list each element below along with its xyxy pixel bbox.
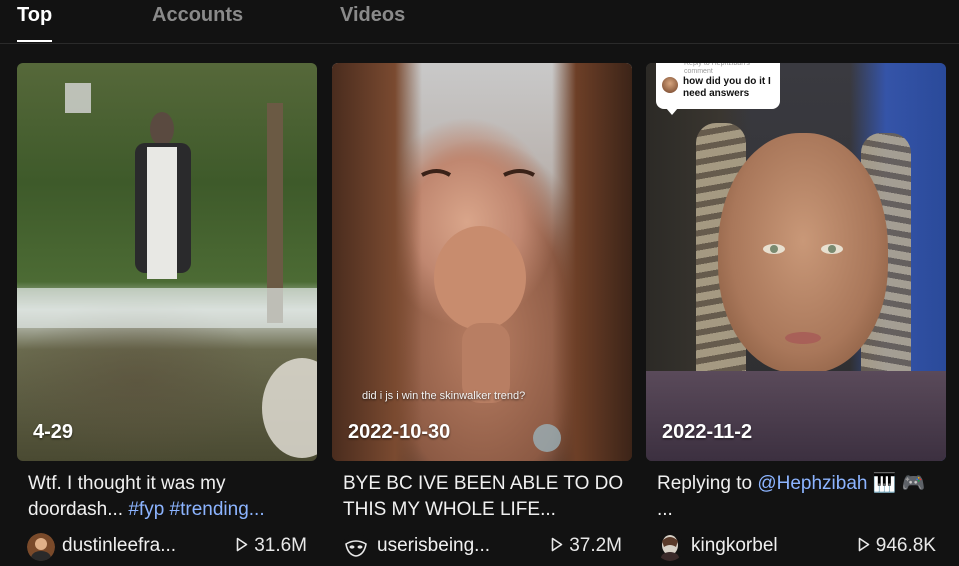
video-caption[interactable]: Replying to @Hephzibah 🎹 🎮 ... (646, 471, 946, 523)
video-thumbnail[interactable]: 4-29 (17, 63, 317, 461)
tab-videos[interactable]: Videos (340, 4, 405, 27)
caption-mention[interactable]: @Hephzibah (757, 473, 867, 494)
view-count: 31.6M (236, 535, 307, 557)
video-meta: dustinleefra... 31.6M (17, 532, 317, 562)
username[interactable]: dustinleefra... (62, 535, 176, 557)
video-thumbnail[interactable]: Reply to Hephzibah's comment how did you… (646, 63, 946, 461)
active-tab-indicator (17, 40, 52, 42)
view-count-value: 37.2M (569, 535, 622, 556)
video-date: 2022-10-30 (348, 421, 451, 443)
view-count-value: 946.8K (875, 535, 936, 556)
video-card[interactable]: did i js i win the skinwalker trend? 202… (332, 63, 632, 562)
tab-accounts[interactable]: Accounts (152, 4, 243, 27)
tab-top[interactable]: Top (17, 4, 52, 27)
username[interactable]: kingkorbel (691, 535, 778, 557)
play-icon (236, 537, 248, 552)
video-thumbnail[interactable]: did i js i win the skinwalker trend? 202… (332, 63, 632, 461)
caption-hashtags[interactable]: #fyp #trending... (128, 499, 264, 520)
caption-text: Replying to (657, 473, 758, 494)
username[interactable]: userisbeing... (377, 535, 490, 557)
thumbnail-shirt (646, 371, 946, 461)
reply-avatar (662, 77, 678, 93)
video-caption[interactable]: BYE BC IVE BEEN ABLE TO DO THIS MY WHOLE… (332, 471, 632, 523)
video-overlay-text: did i js i win the skinwalker trend? (362, 390, 526, 402)
reply-header: Reply to Hephzibah's comment (684, 63, 750, 75)
video-card[interactable]: Reply to Hephzibah's comment how did you… (646, 63, 946, 562)
view-count: 946.8K (858, 535, 936, 557)
play-icon (551, 537, 563, 552)
play-icon (858, 537, 870, 552)
reply-comment-bubble: Reply to Hephzibah's comment how did you… (656, 63, 780, 115)
view-count-value: 31.6M (254, 535, 307, 556)
video-date: 2022-11-2 (662, 421, 753, 443)
mask-avatar-icon[interactable] (342, 533, 370, 561)
reply-text: how did you do it I need answers (683, 76, 771, 99)
user-avatar-icon[interactable] (27, 533, 55, 561)
thumbnail-figure (17, 83, 317, 458)
video-card[interactable]: 4-29 Wtf. I thought it was my doordash..… (17, 63, 317, 562)
view-count: 37.2M (551, 535, 622, 557)
video-meta: userisbeing... 37.2M (332, 532, 632, 562)
search-tabs: Top Accounts Videos (0, 0, 959, 44)
video-caption[interactable]: Wtf. I thought it was my doordash... #fy… (17, 471, 317, 523)
video-date: 4-29 (33, 421, 74, 443)
user-avatar-icon[interactable] (656, 533, 684, 561)
video-meta: kingkorbel 946.8K (646, 532, 946, 562)
